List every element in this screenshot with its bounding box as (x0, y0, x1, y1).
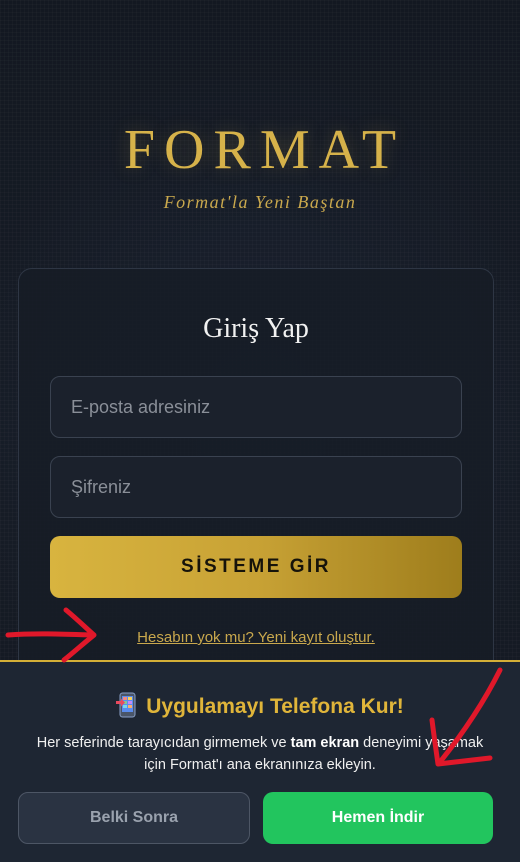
login-submit-button[interactable]: SİSTEME GİR (50, 536, 462, 598)
download-now-button[interactable]: Hemen İndir (263, 792, 493, 844)
password-input[interactable] (50, 456, 462, 518)
mobile-install-icon (116, 692, 138, 718)
banner-title-text: Uygulamayı Telefona Kur! (146, 695, 404, 718)
banner-description: Her seferinde tarayıcıdan girmemek ve ta… (36, 735, 484, 773)
email-input[interactable] (50, 376, 462, 438)
brand-logo-title: FORMAT (123, 119, 406, 181)
login-title: Giriş Yap (203, 313, 309, 344)
maybe-later-button[interactable]: Belki Sonra (18, 792, 250, 844)
brand-tagline: Format'la Yeni Baştan (163, 192, 357, 212)
annotation-arrow-down-left-icon (429, 667, 503, 767)
brand-header: FORMAT Format'la Yeni Baştan (0, 118, 520, 213)
banner-desc-bold: tam ekran (290, 735, 360, 751)
annotation-arrow-right-icon (5, 607, 97, 663)
